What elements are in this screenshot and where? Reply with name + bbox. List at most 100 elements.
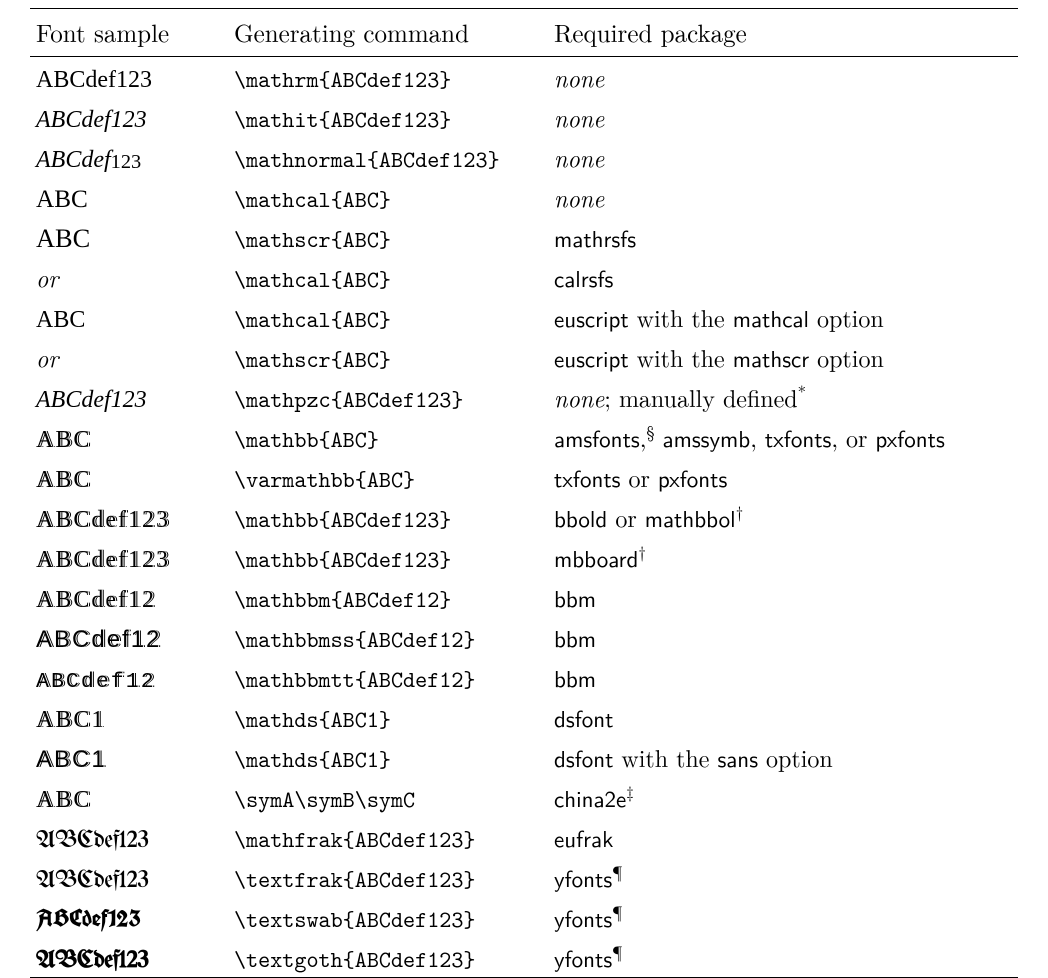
font-sample: ABC1: [30, 737, 228, 777]
required-package: eufrak: [548, 817, 1018, 857]
command-text: \mathcal{ABC}: [234, 265, 391, 295]
generating-command: \mathbbmtt{ABCdef12}: [228, 657, 548, 697]
required-package: none: [548, 177, 1018, 217]
table-row: ABCdef123\mathnormal{ABCdef123}none: [30, 137, 1018, 177]
table-row: ABCdef123\mathrm{ABCdef123}none: [30, 57, 1018, 97]
font-sample-text: ABCdef123: [36, 547, 170, 574]
generating-command: \mathbb{ABCdef123}: [228, 497, 548, 537]
table-row: ABC\symA\symB\symCchina2e‡: [30, 777, 1018, 817]
font-sample-text: ABC: [36, 467, 91, 494]
font-sample-text: ABC: [36, 186, 88, 214]
font-sample: ABCdef123: [30, 537, 228, 577]
font-sample-text: ABCdef123: [36, 67, 152, 94]
table-row: ABC\mathscr{ABC} mathrsfs: [30, 217, 1018, 257]
package-name: pxfonts: [875, 421, 944, 455]
font-sample: ABC: [30, 217, 228, 257]
command-text: \mathds{ABC1}: [234, 705, 391, 735]
font-sample: ABC: [30, 777, 228, 817]
table-row: or\mathcal{ABC}calrsfs: [30, 257, 1018, 297]
generating-command: \textswab{ABCdef123}: [228, 897, 548, 937]
command-text: \mathbb{ABCdef123}: [234, 545, 451, 575]
package-none: none: [554, 180, 604, 214]
required-package: mathrsfs: [548, 217, 1018, 257]
package-name: amsfonts: [554, 421, 640, 455]
command-text: \mathds{ABC1}: [234, 745, 391, 775]
font-sample: ABC: [30, 457, 228, 497]
required-package: euscript with the mathscr option: [548, 337, 1018, 377]
package-name: dsfont: [554, 701, 613, 735]
package-name: eufrak: [554, 821, 613, 855]
or-label: or: [30, 257, 228, 297]
package-name: txfonts: [554, 461, 620, 495]
font-sample-text: ABCdef123: [36, 387, 147, 414]
package-name: bbm: [554, 621, 596, 655]
generating-command: \mathfrak{ABCdef123}: [228, 817, 548, 857]
package-none: none: [554, 380, 604, 414]
table-row: ABCdef123\mathpzc{ABCdef123}none; manual…: [30, 377, 1018, 417]
font-sample-text: ABCdef123: [36, 902, 141, 934]
generating-command: \mathbbmss{ABCdef12}: [228, 617, 548, 657]
font-sample: ABCdef12: [30, 577, 228, 617]
font-sample-text: ABC1: [36, 746, 107, 774]
command-text: \mathcal{ABC}: [234, 305, 391, 335]
package-name: mathcal: [733, 301, 809, 335]
generating-command: \textfrak{ABCdef123}: [228, 857, 548, 897]
footnote-mark: †: [736, 499, 743, 523]
font-sample-text: ABCdef123: [36, 829, 149, 854]
required-package: yfonts¶: [548, 857, 1018, 897]
font-sample: ABCdef123: [30, 377, 228, 417]
or-label: or: [30, 337, 228, 377]
font-sample-text: ABCdef12: [36, 626, 161, 654]
package-name: mathscr: [733, 341, 809, 375]
table-row: or\mathscr{ABC} euscript with the mathscr…: [30, 337, 1018, 377]
font-sample-text: ABCdef123: [36, 147, 141, 174]
package-text: option: [758, 740, 833, 774]
command-text: \mathscr{ABC}: [234, 225, 391, 255]
package-name: mbboard: [554, 541, 638, 575]
package-text: with the: [629, 300, 733, 334]
required-package: euscript with the mathcal option: [548, 297, 1018, 337]
generating-command: \mathnormal{ABCdef123}: [228, 137, 548, 177]
table-row: ABCdef12\mathbbm{ABCdef12}bbm: [30, 577, 1018, 617]
font-sample: ABCdef123: [30, 817, 228, 857]
required-package: none: [548, 97, 1018, 137]
package-text: option: [809, 300, 884, 334]
required-package: yfonts¶: [548, 897, 1018, 937]
table-row: ABCdef12 \mathbbmss{ABCdef12}bbm: [30, 617, 1018, 657]
table-body: ABCdef123\mathrm{ABCdef123}noneABCdef123…: [30, 57, 1018, 977]
font-sample-text: ABC: [36, 307, 85, 334]
command-text: \mathscr{ABC}: [234, 345, 391, 375]
package-text: [655, 420, 663, 454]
package-name: yfonts: [554, 941, 612, 975]
font-sample-text: ABCdef123: [36, 107, 147, 134]
footnote-mark: ¶: [612, 899, 622, 923]
required-package: none; manually defined*: [548, 377, 1018, 417]
footnote-mark: *: [798, 379, 806, 403]
generating-command: \mathds{ABC1}: [228, 737, 548, 777]
package-name: dsfont: [554, 741, 613, 775]
generating-command: \mathcal{ABC}: [228, 297, 548, 337]
table-row: ABC \mathcal{ABC} none: [30, 177, 1018, 217]
package-name: yfonts: [554, 901, 612, 935]
font-sample: ABCdef123: [30, 497, 228, 537]
font-sample-text: ABC: [36, 787, 91, 814]
footnote-mark: †: [638, 539, 645, 563]
table-row: ABC\varmathbb{ABC}txfonts or pxfonts: [30, 457, 1018, 497]
package-name: sans: [717, 741, 758, 775]
package-text: with the: [629, 340, 733, 374]
font-sample-text: ABCdef12: [36, 670, 156, 694]
command-text: \varmathbb{ABC}: [234, 465, 415, 495]
col-header-command: Generating command: [228, 9, 548, 56]
package-name: bbm: [554, 661, 596, 695]
command-text: \textswab{ABCdef123}: [234, 905, 476, 935]
required-package: yfonts¶: [548, 937, 1018, 977]
package-name: txfonts: [765, 421, 831, 455]
required-package: china2e‡: [548, 777, 1018, 817]
generating-command: \textgoth{ABCdef123}: [228, 937, 548, 977]
package-name: pxfonts: [658, 461, 727, 495]
font-sample: ABCdef123: [30, 137, 228, 177]
table-row: ABC \mathcal{ABC} euscript with the mathca…: [30, 297, 1018, 337]
font-sample: ABCdef123: [30, 57, 228, 97]
command-text: \mathcal{ABC}: [234, 185, 391, 215]
generating-command: \mathcal{ABC}: [228, 177, 548, 217]
